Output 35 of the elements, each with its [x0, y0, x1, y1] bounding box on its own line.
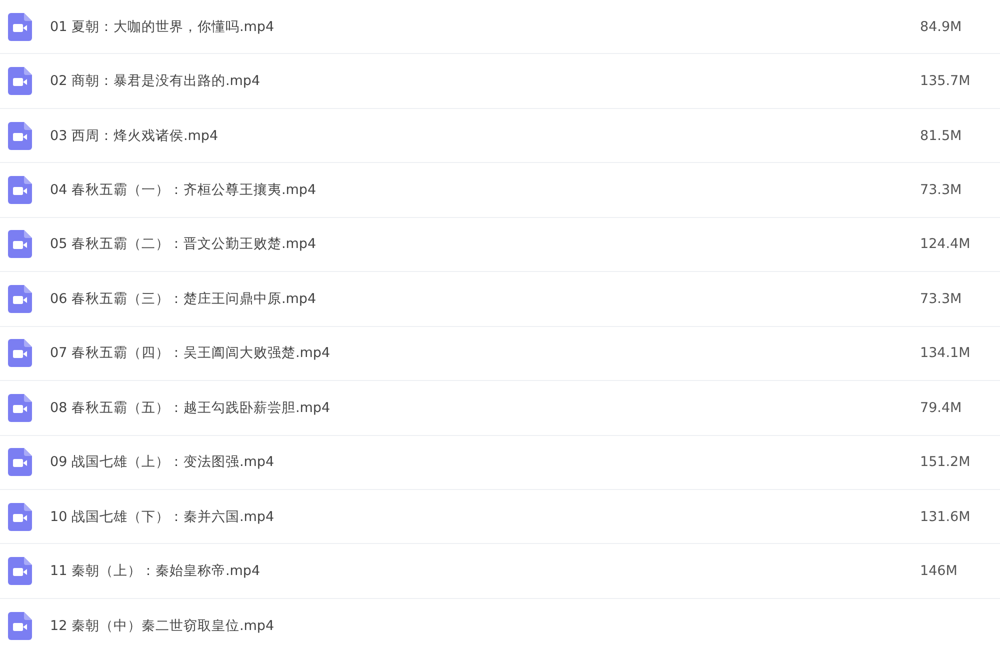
- file-size: 135.7M: [920, 73, 972, 90]
- file-name[interactable]: 06 春秋五霸（三）：楚庄王问鼎中原.mp4: [50, 290, 316, 308]
- file-size: 134.1M: [920, 345, 972, 362]
- file-size: 124.4M: [920, 236, 972, 252]
- file-name[interactable]: 07 春秋五霸（四）：吴王阖闾大败强楚.mp4: [50, 344, 330, 362]
- video-file-icon: [8, 612, 32, 640]
- video-file-icon: [8, 12, 32, 41]
- video-file-icon: [8, 557, 32, 586]
- file-name[interactable]: 01 夏朝：大咖的世界，你懂吗.mp4: [50, 18, 274, 36]
- file-size: 84.9M: [920, 18, 963, 35]
- video-file-icon: [8, 284, 32, 313]
- file-size: 73.3M: [920, 290, 963, 307]
- file-name[interactable]: 08 春秋五霸（五）：越王勾践卧薪尝胆.mp4: [50, 398, 330, 417]
- file-name[interactable]: 11 秦朝（上）：秦始皇称帝.mp4: [50, 562, 260, 580]
- file-size: 73.3M: [920, 182, 963, 198]
- file-size: 79.4M: [920, 400, 963, 416]
- file-name[interactable]: 05 春秋五霸（二）：晋文公勤王败楚.mp4: [50, 235, 316, 254]
- video-file-icon: [8, 122, 32, 150]
- file-name[interactable]: 04 春秋五霸（一）：齐桓公尊王攘夷.mp4: [50, 181, 316, 200]
- file-size: 81.5M: [920, 128, 963, 144]
- video-file-icon: [8, 67, 32, 96]
- video-file-icon: [8, 176, 32, 204]
- video-file-icon: [8, 394, 32, 422]
- file-size: 151.2M: [920, 454, 972, 470]
- file-name[interactable]: 09 战国七雄（上）：变法图强.mp4: [50, 453, 274, 472]
- file-name[interactable]: 02 商朝：暴君是没有出路的.mp4: [50, 72, 260, 90]
- file-name[interactable]: 10 战国七雄（下）：秦并六国.mp4: [50, 508, 274, 526]
- video-file-icon: [8, 448, 32, 476]
- video-file-icon: [8, 230, 32, 258]
- file-name[interactable]: 12 秦朝（中）秦二世窃取皇位.mp4: [50, 616, 274, 635]
- video-file-icon: [8, 502, 32, 531]
- file-size: 146M: [920, 563, 958, 580]
- file-size: 131.6M: [920, 508, 972, 525]
- file-name[interactable]: 03 西周：烽火戏诸侯.mp4: [50, 126, 218, 145]
- video-file-icon: [8, 339, 32, 368]
